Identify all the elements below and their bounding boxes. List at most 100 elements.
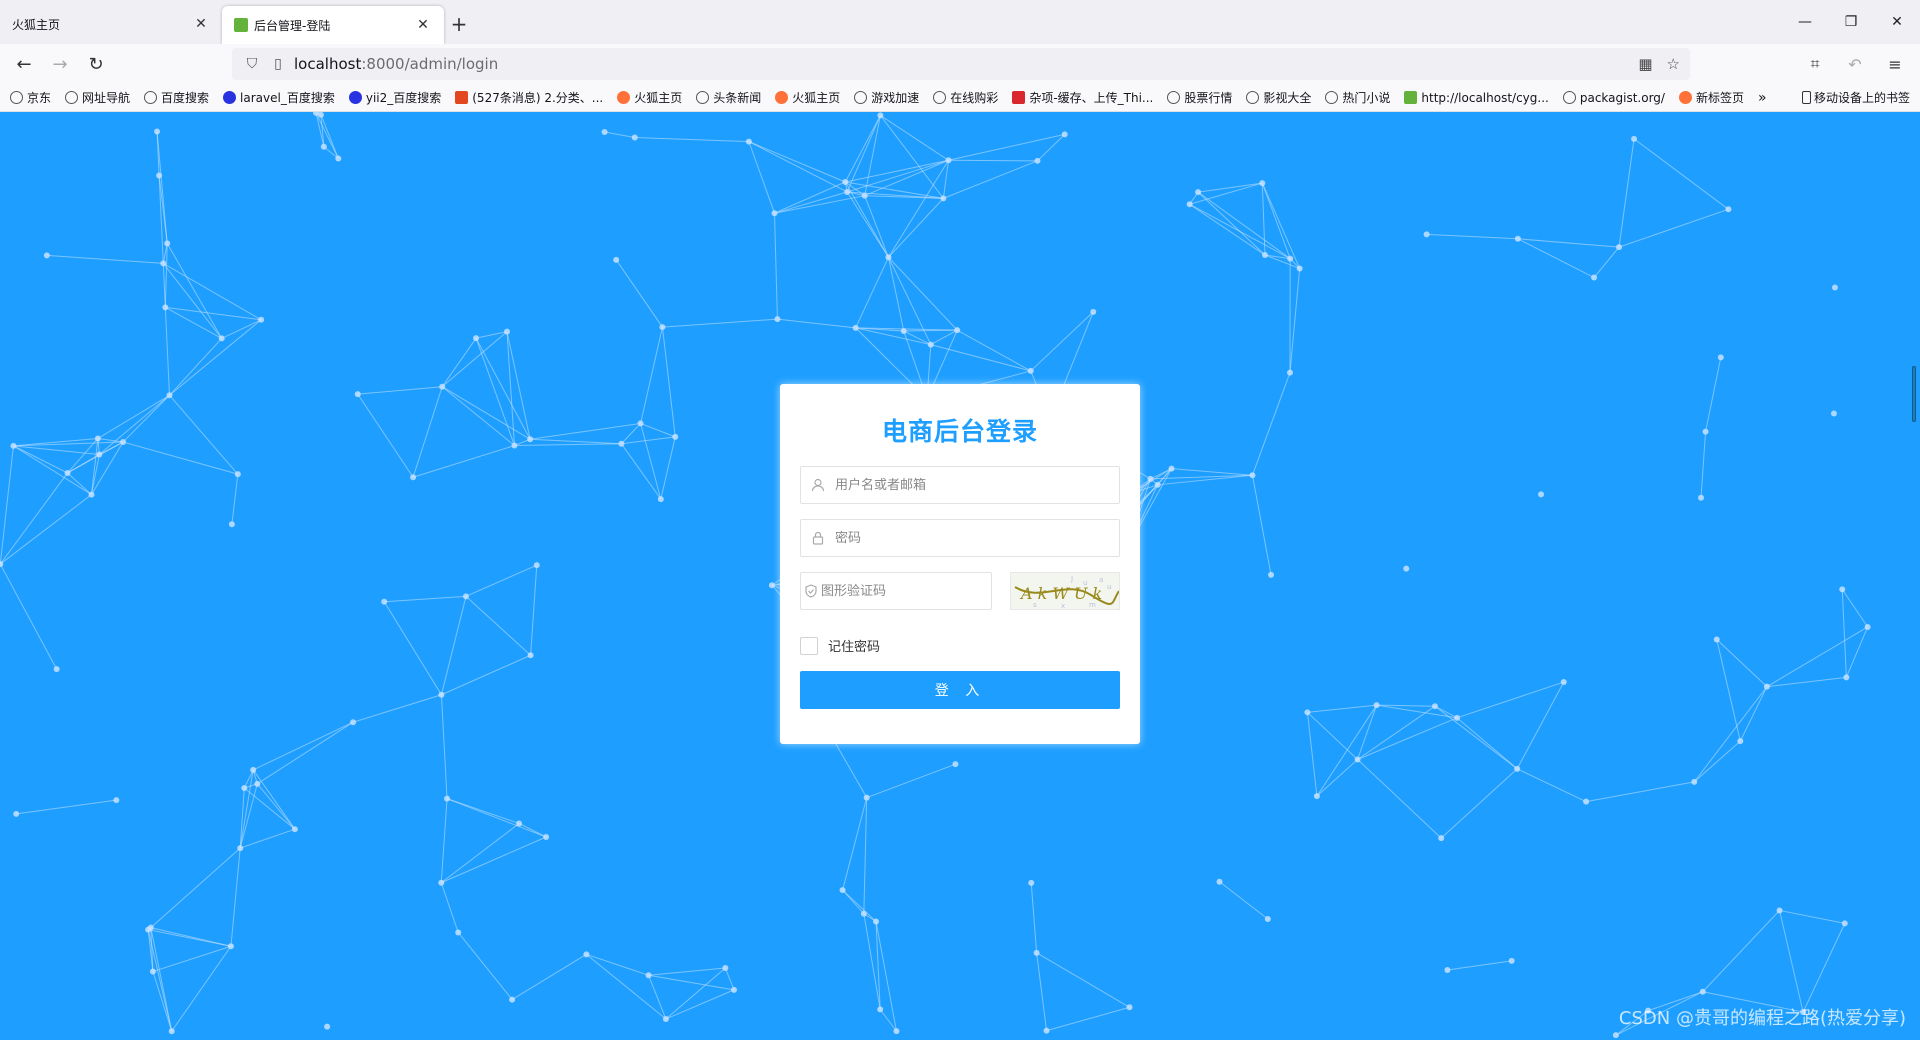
mobile-bookmarks[interactable]: 移动设备上的书签 [1801, 89, 1910, 106]
bookmark-item[interactable]: yii2_百度搜索 [348, 89, 442, 106]
tab-admin-login[interactable]: 后台管理-登陆 ✕ [222, 6, 444, 44]
bookmark-label: 杂项-缓存、上传_Thi... [1029, 91, 1154, 105]
bookmark-item[interactable]: 头条新闻 [696, 89, 761, 106]
menu-icon[interactable]: ≡ [1880, 48, 1910, 80]
bookmark-label: 游戏加速 [871, 91, 920, 105]
bookmark-item[interactable]: 新标签页 [1678, 89, 1744, 106]
captcha-row: A k W U k Juausxm [800, 572, 1120, 610]
baidu-paw-icon [223, 91, 237, 104]
login-button[interactable]: 登 入 [800, 671, 1120, 709]
csdn-watermark: CSDN @贵哥的编程之路(热爱分享) [1618, 1008, 1906, 1029]
bookmark-label: 京东 [27, 91, 52, 105]
bookmark-item[interactable]: http://localhost/cyg... [1404, 90, 1549, 105]
shield-icon[interactable]: ⛉ [242, 56, 262, 72]
username-input[interactable] [835, 467, 1119, 503]
window-close-icon[interactable]: ✕ [1874, 0, 1920, 44]
globe-icon [1562, 91, 1576, 104]
close-icon[interactable]: ✕ [414, 17, 432, 33]
bookmark-item[interactable]: 百度搜索 [144, 89, 209, 106]
tab-firefox-home[interactable]: 火狐主页 ✕ [0, 4, 222, 44]
bookmark-item[interactable]: 京东 [10, 89, 51, 106]
bookmark-star-icon[interactable]: ☆ [1667, 55, 1680, 73]
bookmark-item[interactable]: 影视大全 [1246, 89, 1311, 106]
url-bar[interactable]: ⛉ ▯ localhost:8000/admin/login ▦ ☆ [232, 48, 1690, 80]
bookmark-label: 热门小说 [1342, 91, 1391, 105]
qr-code-icon[interactable]: ▦ [1638, 55, 1652, 73]
bookmark-item[interactable]: 火狐主页 [775, 89, 840, 106]
bookmark-item[interactable]: 杂项-缓存、上传_Thi... [1012, 89, 1153, 106]
remember-checkbox[interactable] [800, 636, 818, 655]
tab-label: 后台管理-登陆 [254, 18, 331, 33]
bookmark-label: 网址导航 [82, 91, 131, 105]
login-card: 电商后台登录 A k W U k [780, 384, 1140, 744]
baidu-paw-icon [348, 91, 362, 104]
leaf-icon [1404, 91, 1418, 104]
svg-text:J: J [1070, 575, 1073, 583]
close-icon[interactable]: ✕ [192, 16, 210, 32]
svg-text:s: s [1033, 601, 1037, 609]
svg-text:u: u [1107, 583, 1111, 591]
bookmark-label: 火狐主页 [792, 91, 841, 105]
globe-icon [1167, 91, 1181, 104]
login-page: 电商后台登录 A k W U k [0, 112, 1920, 1040]
back-arrow-icon[interactable]: ← [6, 46, 42, 82]
bookmark-item[interactable]: laravel_百度搜索 [223, 89, 335, 106]
bookmark-item[interactable]: 游戏加速 [854, 89, 919, 106]
window-controls: — ❐ ✕ [1782, 0, 1920, 44]
globe-icon [144, 91, 158, 104]
page-icon: ▯ [274, 56, 282, 72]
username-field[interactable] [800, 466, 1120, 504]
globe-icon [933, 91, 947, 104]
leaf-icon [234, 18, 248, 32]
minimize-icon[interactable]: — [1782, 0, 1828, 44]
crop-icon[interactable]: ⌗ [1800, 48, 1830, 80]
bookmark-label: 新标签页 [1695, 91, 1744, 105]
password-input[interactable] [835, 520, 1119, 556]
bookmark-item[interactable]: (527条消息) 2.分类、... [455, 89, 603, 106]
bookmark-label: 影视大全 [1263, 91, 1312, 105]
bookmark-label: 火狐主页 [634, 91, 683, 105]
bookmark-label: 股票行情 [1184, 91, 1233, 105]
svg-text:a: a [1099, 576, 1103, 584]
bookmark-label: packagist.org/ [1579, 90, 1665, 105]
bookmark-item[interactable]: 火狐主页 [617, 89, 682, 106]
forward-arrow-icon[interactable]: → [42, 46, 78, 82]
globe-icon [10, 91, 23, 104]
bookmark-label: (527条消息) 2.分类、... [472, 91, 604, 105]
restore-icon[interactable]: ❐ [1828, 0, 1874, 44]
bookmark-item[interactable]: packagist.org/ [1562, 90, 1665, 105]
user-icon [801, 478, 835, 492]
bookmark-item[interactable]: 在线购彩 [933, 89, 998, 106]
captcha-image[interactable]: A k W U k Juausxm [1010, 572, 1120, 610]
undo-icon[interactable]: ↶ [1840, 48, 1870, 80]
globe-icon [1325, 91, 1339, 104]
url-path: :8000/admin/login [361, 55, 499, 73]
mobile-bookmarks-label: 移动设备上的书签 [1813, 91, 1910, 105]
bookmark-item[interactable]: 网址导航 [65, 89, 130, 106]
bookmark-label: yii2_百度搜索 [365, 91, 442, 105]
bookmarks-more-button[interactable]: » [1758, 90, 1767, 106]
firefox-icon [1678, 91, 1692, 104]
51-icon [1012, 91, 1026, 104]
svg-text:x: x [1061, 602, 1065, 610]
toolbar-right: ⌗ ↶ ≡ [1800, 48, 1910, 80]
captcha-field[interactable] [800, 572, 992, 610]
bookmark-label: http://localhost/cyg... [1421, 90, 1549, 105]
csdn-icon [455, 91, 469, 104]
bookmark-label: 在线购彩 [950, 91, 999, 105]
nav-bar: ← → ↻ ⛉ ▯ localhost:8000/admin/login ▦ ☆… [0, 44, 1920, 84]
password-field[interactable] [800, 519, 1120, 557]
login-title: 电商后台登录 [881, 417, 1038, 446]
scroll-handle[interactable] [1912, 366, 1916, 422]
new-tab-button[interactable]: + [444, 4, 474, 44]
svg-text:u: u [1083, 579, 1087, 587]
bookmark-item[interactable]: 股票行情 [1167, 89, 1232, 106]
svg-text:m: m [1089, 601, 1096, 609]
tab-label: 火狐主页 [12, 17, 61, 32]
reload-icon[interactable]: ↻ [78, 46, 114, 82]
globe-icon [65, 91, 79, 104]
bookmarks-bar: 京东 网址导航 百度搜索 laravel_百度搜索 yii2_百度搜索 (527条消息) … [0, 84, 1920, 112]
bookmark-item[interactable]: 热门小说 [1325, 89, 1390, 106]
captcha-input[interactable] [821, 573, 991, 609]
remember-row[interactable]: 记住密码 [800, 636, 1120, 655]
